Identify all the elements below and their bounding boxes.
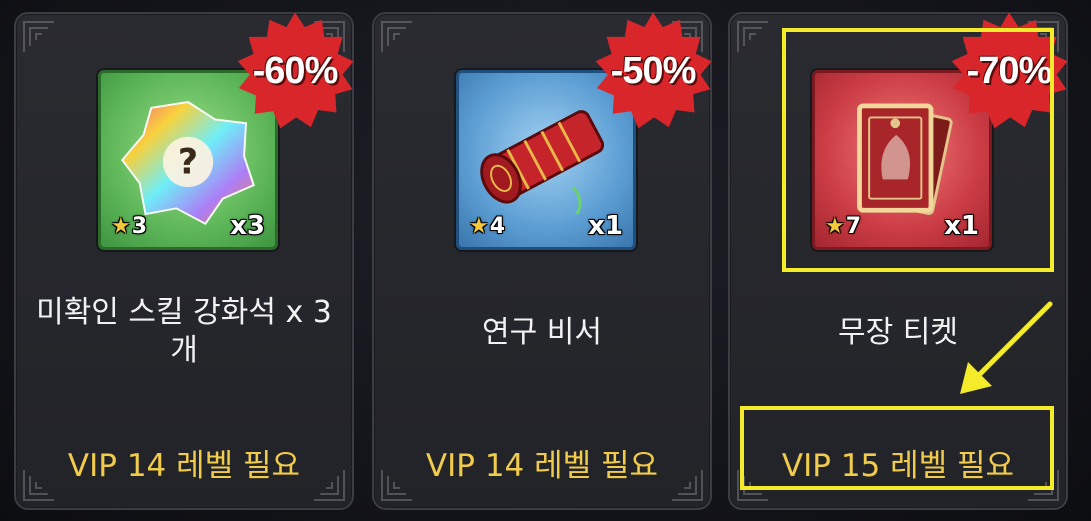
arrow-icon [960,301,1053,394]
discount-badge: -60% [234,10,356,132]
item-quantity: x3 [230,211,265,241]
star-icon: ★ [111,214,131,239]
highlight-box-item [782,28,1054,272]
star-rating: ★ 4 [469,214,506,239]
shop-card-skill-stone[interactable]: ? ★ 3 x3 -60% 미확인 스킬 강화석 x 3개 VIP 14 레벨 필… [14,12,354,510]
shop-card-research-assistant[interactable]: ★ 4 x1 -50% 연구 비서 VIP 14 레벨 필요 [372,12,712,510]
item-name: 연구 비서 [482,315,602,350]
corner-ornament [22,20,56,54]
vip-requirement: VIP 14 레벨 필요 [425,448,659,484]
corner-ornament [736,20,770,54]
highlight-box-requirement [740,406,1054,490]
discount-badge: -50% [592,10,714,132]
item-name: 미확인 스킬 강화석 x 3개 [36,295,332,368]
vip-requirement: VIP 14 레벨 필요 [67,448,301,484]
corner-ornament [380,20,414,54]
item-quantity: x1 [588,211,623,241]
star-icon: ★ [469,214,489,239]
svg-text:?: ? [178,143,198,183]
star-rating: ★ 3 [111,214,148,239]
